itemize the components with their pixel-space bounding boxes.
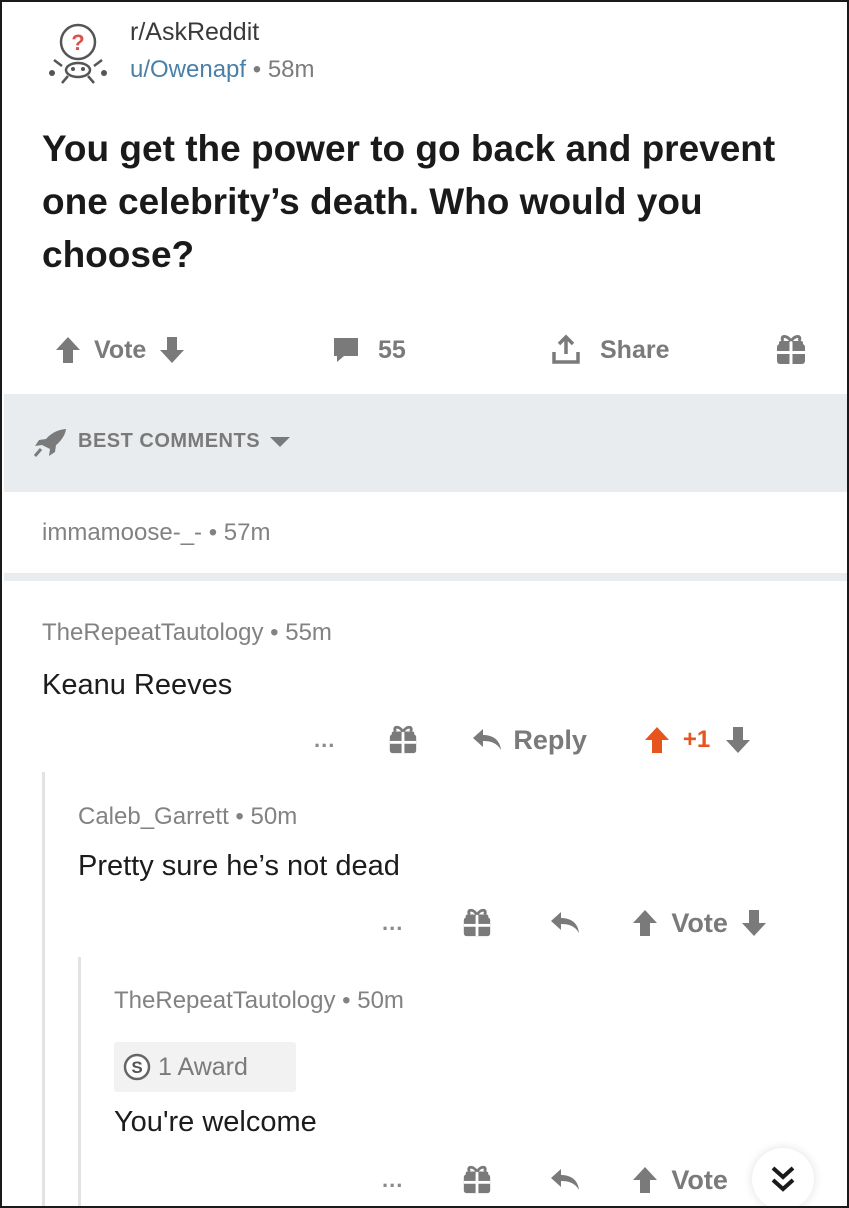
downvote-icon[interactable] <box>724 725 752 755</box>
comment-meta[interactable]: immamoose-_- • 57m <box>42 519 270 547</box>
comment-time: 50m <box>357 987 404 1014</box>
comment-body: You're welcome <box>114 1106 317 1138</box>
thread-line[interactable] <box>42 772 45 1206</box>
comment-body: Pretty sure he’s not dead <box>78 850 400 882</box>
upvote-icon[interactable] <box>54 335 82 365</box>
gift-icon <box>777 335 805 364</box>
meta-separator: • <box>270 619 279 646</box>
divider <box>4 573 847 581</box>
reply-icon <box>473 729 502 750</box>
meta-separator: • <box>235 803 244 830</box>
vote-label: Vote <box>671 907 728 938</box>
gift-icon[interactable] <box>461 1164 493 1196</box>
rocket-icon <box>33 429 66 457</box>
comment-icon <box>334 338 358 362</box>
comment-actions: ... Vote <box>382 899 768 947</box>
share-button[interactable]: Share <box>550 324 669 376</box>
post-vote-group: Vote <box>54 324 186 376</box>
comment-actions: ... Vote <box>382 1156 728 1204</box>
post-gift-button[interactable] <box>774 324 808 376</box>
more-options-button[interactable]: ... <box>314 727 335 753</box>
thread-line[interactable] <box>78 957 81 1206</box>
award-coin-icon: S <box>123 1053 151 1081</box>
more-options-button[interactable]: ... <box>382 1167 403 1193</box>
vote-label: Vote <box>671 1164 728 1195</box>
post-title[interactable]: You get the power to go back and prevent… <box>42 122 802 281</box>
upvote-icon[interactable] <box>631 908 659 938</box>
comment-author[interactable]: immamoose-_- <box>42 519 202 546</box>
gift-icon[interactable] <box>461 907 493 939</box>
subreddit-name[interactable]: r/AskReddit <box>130 18 259 47</box>
comment-count: 55 <box>378 335 406 364</box>
award-badge[interactable]: S 1 Award <box>114 1042 296 1092</box>
award-label: 1 Award <box>158 1052 248 1081</box>
post-time: 58m <box>267 56 315 83</box>
downvote-icon[interactable] <box>158 335 186 365</box>
scroll-next-button[interactable] <box>752 1148 814 1206</box>
reply-icon[interactable] <box>549 1167 581 1193</box>
downvote-icon[interactable] <box>740 908 768 938</box>
score: +1 <box>682 726 711 753</box>
comments-button[interactable]: 55 <box>332 324 406 376</box>
comment-time: 57m <box>223 519 271 546</box>
meta-separator: • <box>342 987 351 1014</box>
share-label: Share <box>600 335 670 364</box>
vote-label: Vote <box>94 335 147 364</box>
comment-author[interactable]: TheRepeatTautology <box>42 619 263 646</box>
post-meta: u/Owenapf • 58m <box>130 56 315 84</box>
reply-button[interactable]: Reply <box>471 725 587 756</box>
reddit-post-screen: ? r/AskReddit u/Owenapf • 58m You get th… <box>0 0 849 1208</box>
reply-icon[interactable] <box>549 910 581 936</box>
comment-meta: TheRepeatTautology • 55m <box>42 619 332 647</box>
sort-dropdown[interactable]: BEST COMMENTS <box>78 430 292 453</box>
upvote-icon[interactable] <box>643 725 671 755</box>
post-author[interactable]: u/Owenapf <box>130 56 246 83</box>
collapse-chevron-icon <box>771 1166 795 1192</box>
comment-time: 50m <box>250 803 298 830</box>
subreddit-snoo-icon[interactable]: ? <box>48 20 114 86</box>
post-header: ? r/AskReddit u/Owenapf • 58m <box>40 14 540 89</box>
svg-text:?: ? <box>71 30 84 55</box>
comment-author[interactable]: Caleb_Garrett <box>78 803 229 830</box>
comment-actions: ... Reply +1 <box>314 716 752 764</box>
comment-meta: Caleb_Garrett • 50m <box>78 803 297 831</box>
comment-meta: TheRepeatTautology • 50m <box>114 987 404 1015</box>
sort-label: BEST COMMENTS <box>78 430 261 452</box>
more-options-button[interactable]: ... <box>382 910 403 936</box>
caret-down-icon <box>270 436 291 447</box>
meta-separator: • <box>208 519 218 546</box>
gift-icon[interactable] <box>387 724 419 756</box>
comment-author[interactable]: TheRepeatTautology <box>114 987 335 1014</box>
comment-body: Keanu Reeves <box>42 669 233 701</box>
comment-time: 55m <box>285 619 332 646</box>
reply-label: Reply <box>513 724 587 755</box>
upvote-icon[interactable] <box>631 1165 659 1195</box>
meta-separator: • <box>252 56 262 83</box>
share-icon <box>552 334 580 364</box>
svg-text:S: S <box>131 1058 142 1077</box>
